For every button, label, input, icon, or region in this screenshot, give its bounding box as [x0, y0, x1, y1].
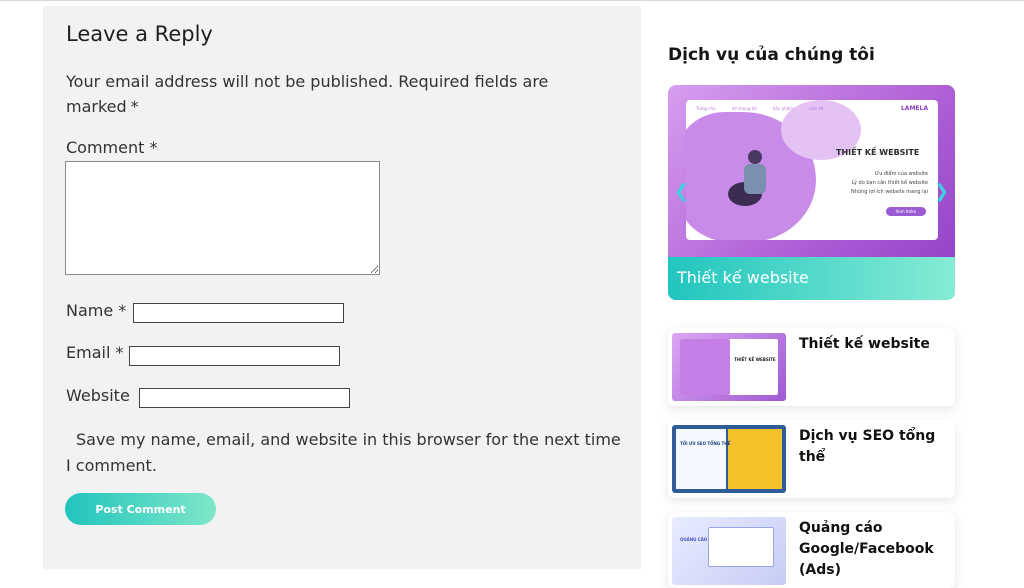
illustration-head: [748, 150, 762, 164]
illustration-person: [744, 164, 766, 194]
featured-caption[interactable]: Thiết kế website: [677, 268, 809, 287]
chevron-left-icon[interactable]: ❮: [674, 181, 689, 202]
post-card-seo[interactable]: TỐI ƯU SEO TỔNG THỂ Dịch vụ SEO tổng thể: [668, 420, 955, 498]
post-thumbnail[interactable]: TỐI ƯU SEO TỔNG THỂ: [672, 425, 786, 493]
post-thumbnail[interactable]: THIẾT KẾ WEBSITE: [672, 333, 786, 401]
post-title[interactable]: Quảng cáo Google/Facebook (Ads): [799, 518, 949, 581]
consent-text: Save my name, email, and website in this…: [66, 430, 621, 475]
post-title[interactable]: Dịch vụ SEO tổng thể: [799, 426, 949, 468]
post-card-ads[interactable]: QUẢNG CÁO Quảng cáo Google/Facebook (Ads…: [668, 512, 955, 588]
banner-button: Xem thêm: [886, 207, 926, 216]
website-label: Website: [66, 386, 130, 405]
email-input[interactable]: [129, 346, 340, 366]
banner-nav: Trang chủ Về chúng tôi Sản phẩm Liên hệ: [696, 106, 824, 111]
banner-lines: Ưu điểm của website Lý do bạn cần thiết …: [850, 171, 928, 195]
required-mark: *: [130, 97, 139, 116]
comment-label: Comment *: [66, 138, 158, 157]
top-divider: [0, 0, 1024, 1]
post-comment-button[interactable]: Post Comment: [65, 493, 216, 525]
banner-logo: LAMELA: [900, 105, 928, 112]
reply-form: Leave a Reply Your email address will no…: [43, 6, 641, 569]
email-label: Email *: [66, 343, 124, 362]
name-label: Name *: [66, 301, 127, 320]
comment-notes: Your email address will not be published…: [66, 69, 606, 119]
post-thumbnail[interactable]: QUẢNG CÁO: [672, 517, 786, 585]
chevron-right-icon[interactable]: ❯: [934, 181, 949, 202]
banner-heading: THIẾT KẾ WEBSITE: [836, 148, 920, 157]
featured-slider[interactable]: Trang chủ Về chúng tôi Sản phẩm Liên hệ …: [668, 85, 955, 300]
name-input[interactable]: [133, 303, 344, 323]
sidebar-title: Dịch vụ của chúng tôi: [668, 45, 875, 65]
featured-banner-image: Trang chủ Về chúng tôi Sản phẩm Liên hệ …: [686, 100, 938, 240]
post-card-web-design[interactable]: THIẾT KẾ WEBSITE Thiết kế website: [668, 328, 955, 406]
post-title[interactable]: Thiết kế website: [799, 334, 949, 355]
cookie-consent[interactable]: Save my name, email, and website in this…: [66, 427, 626, 479]
reply-title: Leave a Reply: [66, 22, 213, 46]
website-input[interactable]: [139, 388, 350, 408]
comment-textarea[interactable]: [65, 161, 380, 275]
